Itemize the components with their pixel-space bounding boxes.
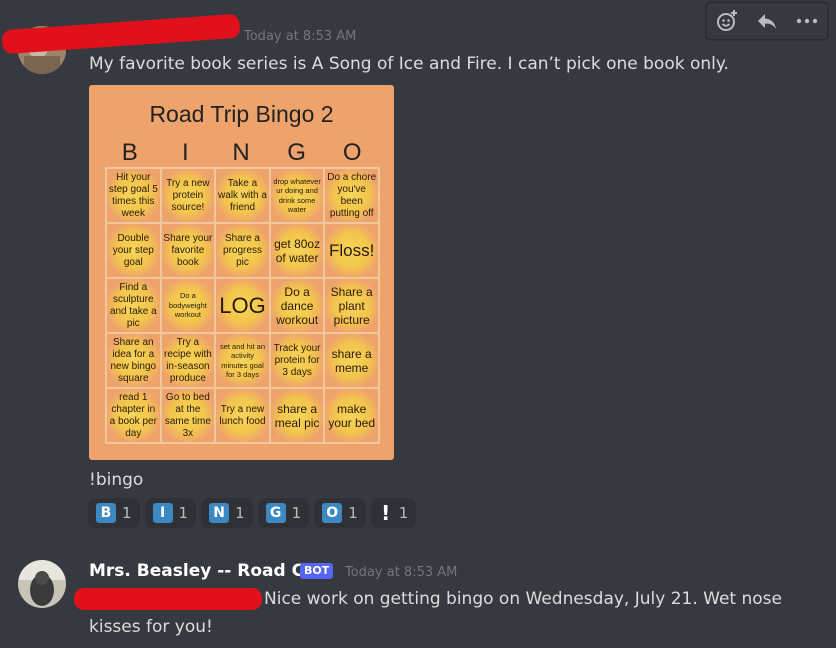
reply-icon bbox=[758, 14, 776, 29]
command-text: !bingo bbox=[89, 470, 144, 490]
reaction-count: 1 bbox=[291, 504, 302, 522]
reaction-o[interactable]: O 1 bbox=[314, 498, 366, 528]
bingo-cell: Try a new protein source! bbox=[160, 168, 216, 223]
bot-message-line-2: kisses for you! bbox=[89, 617, 213, 637]
bingo-cell: Hit your step goal 5 times this week bbox=[106, 168, 161, 223]
bot-tag: BOT bbox=[300, 563, 334, 579]
reaction-count: 1 bbox=[122, 504, 132, 522]
message-actions-toolbar bbox=[706, 2, 828, 40]
bingo-free-cell: LOG bbox=[215, 278, 270, 333]
bot-username[interactable]: Mrs. Beasley -- Road Cat bbox=[89, 561, 324, 581]
bingo-grid: Hit your step goal 5 times this week Try… bbox=[105, 167, 380, 444]
reaction-i[interactable]: I 1 bbox=[144, 498, 197, 528]
more-options-button[interactable] bbox=[792, 6, 822, 36]
bingo-cell: Floss! bbox=[324, 223, 379, 278]
bingo-letter: N bbox=[232, 139, 250, 166]
bingo-cell: drop whatever ur doing and drink some wa… bbox=[269, 168, 325, 223]
bingo-cell: Share an idea for a new bingo square bbox=[106, 333, 161, 388]
add-reaction-icon bbox=[717, 10, 737, 31]
bingo-cell: share a meme bbox=[324, 333, 379, 388]
bingo-letter: B bbox=[121, 139, 138, 166]
bingo-cell: Go to bed at the same time 3x bbox=[160, 388, 216, 443]
bot-avatar[interactable] bbox=[18, 560, 66, 608]
regional-n-icon: N bbox=[209, 503, 230, 523]
bingo-card-image[interactable]: Road Trip Bingo 2 B I N G O Hit your ste… bbox=[89, 85, 394, 460]
bingo-cell: Track your protein for 3 days bbox=[269, 333, 325, 388]
bingo-cell: Do a chore you've been putting off bbox=[324, 168, 379, 223]
bingo-cell: Find a sculpture and take a pic bbox=[106, 278, 161, 333]
bingo-title: Road Trip Bingo 2 bbox=[149, 101, 334, 127]
reaction-b[interactable]: B 1 bbox=[88, 498, 140, 528]
bingo-cell: set and hit an activity minutes goal for… bbox=[215, 333, 270, 388]
bingo-cell: Take a walk with a friend bbox=[215, 168, 270, 223]
reaction-count: 1 bbox=[235, 504, 245, 522]
bingo-cell: Share your favorite book bbox=[160, 223, 216, 278]
reaction-count: 1 bbox=[178, 504, 189, 522]
regional-i-icon: I bbox=[152, 503, 173, 523]
redacted-username bbox=[1, 13, 241, 55]
cat-avatar-icon bbox=[18, 560, 66, 608]
reaction-exclamation[interactable]: ! 1 bbox=[370, 498, 417, 528]
message-timestamp[interactable]: Today at 8:53 AM bbox=[345, 565, 457, 580]
regional-o-icon: O bbox=[322, 503, 343, 523]
bingo-cell: get 80oz of water bbox=[269, 223, 325, 278]
bingo-letter: O bbox=[342, 139, 362, 166]
bingo-letter: I bbox=[182, 139, 189, 166]
reaction-n[interactable]: N 1 bbox=[201, 498, 253, 528]
reaction-count: 1 bbox=[398, 504, 409, 522]
bingo-cell: Double your step goal bbox=[106, 223, 161, 278]
bingo-letter: G bbox=[287, 139, 306, 166]
bingo-cell: Do a dance workout bbox=[269, 278, 325, 333]
bingo-letters: B I N G O bbox=[102, 139, 380, 167]
message-timestamp[interactable]: Today at 8:53 AM bbox=[244, 29, 356, 44]
more-icon bbox=[796, 18, 818, 24]
bingo-cell: read 1 chapter in a book per day bbox=[106, 388, 161, 443]
bingo-cell: Try a recipe with in-season produce bbox=[160, 333, 216, 388]
reaction-count: 1 bbox=[348, 504, 358, 522]
bot-message-line-1: Nice work on getting bingo on Wednesday,… bbox=[264, 589, 782, 609]
reaction-g[interactable]: G 1 bbox=[257, 498, 310, 528]
bingo-cell: Try a new lunch food bbox=[215, 388, 270, 443]
bingo-cell: Share a progress pic bbox=[215, 223, 270, 278]
exclamation-icon: ! bbox=[381, 501, 391, 525]
bingo-cell: share a meal pic bbox=[269, 388, 325, 443]
message-text: My favorite book series is A Song of Ice… bbox=[89, 54, 729, 74]
reactions-bar: B 1 I 1 N 1 G 1 O 1 ! 1 bbox=[88, 498, 417, 528]
add-reaction-button[interactable] bbox=[712, 6, 742, 36]
redacted-mention bbox=[74, 588, 262, 610]
bingo-cell: Share a plant picture bbox=[324, 278, 379, 333]
regional-g-icon: G bbox=[265, 503, 286, 523]
reply-button[interactable] bbox=[752, 6, 782, 36]
bingo-cell: Do a bodyweight workout bbox=[160, 278, 216, 333]
regional-b-icon: B bbox=[96, 503, 116, 523]
bingo-cell: make your bed bbox=[324, 388, 379, 443]
